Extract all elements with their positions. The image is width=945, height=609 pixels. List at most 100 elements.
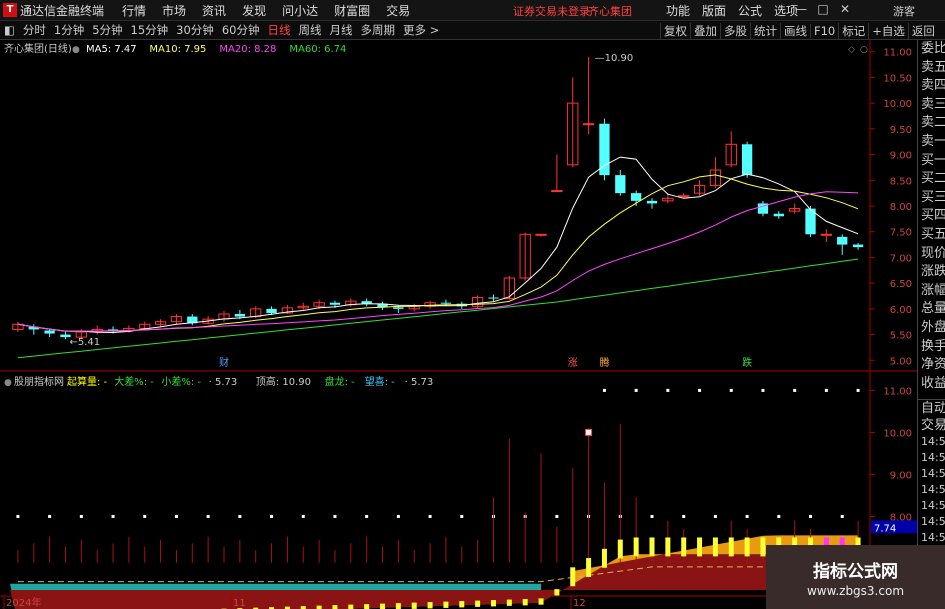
x-axis-label: 2024年 — [6, 596, 41, 609]
draw-line-button[interactable]: 画线 — [780, 22, 810, 39]
sidebar-toggle-icon[interactable]: ◧ — [0, 23, 19, 37]
signal-bar — [522, 599, 528, 606]
period-tab-30min[interactable]: 30分钟 — [172, 22, 218, 38]
watermark-url: www.zbgs3.com — [806, 583, 905, 598]
quote-field-17: 净资 — [921, 357, 945, 373]
quote-field-16: 换手 — [921, 338, 945, 354]
y-tick-label: 8.00 — [890, 202, 912, 213]
signal-bar — [443, 601, 449, 608]
signal-dot — [856, 388, 860, 392]
high-price-label: —10.90 — [595, 53, 634, 64]
app-logo-icon: T — [3, 3, 17, 17]
menu-item-market[interactable]: 市场 — [154, 2, 194, 19]
menu-item-layout[interactable]: 版面 — [696, 2, 732, 19]
trade-label-0: 自动 — [921, 401, 945, 417]
menu-item-wealth[interactable]: 财富圈 — [326, 2, 378, 19]
adjust-button[interactable]: 复权 — [660, 22, 690, 39]
signal-dot — [809, 514, 813, 518]
quote-field-1: 卖五 — [921, 59, 945, 75]
multi-stock-button[interactable]: 多股 — [720, 22, 750, 39]
trade-login-notice[interactable]: 证券交易未登录 — [513, 3, 590, 19]
event-mark: 涨 — [568, 357, 578, 369]
signal-dot — [365, 514, 369, 518]
period-tab-5min[interactable]: 5分钟 — [88, 22, 126, 38]
menu-item-discover[interactable]: 发现 — [234, 2, 274, 19]
menu-item-trade[interactable]: 交易 — [378, 2, 418, 19]
panel-option-icon: ◇ — [848, 45, 855, 55]
signal-bar — [681, 537, 687, 557]
quote-field-10: 买五 — [921, 226, 945, 242]
signal-dot — [698, 388, 702, 392]
ma-legend-ma5: MA5: 7.47 — [86, 44, 137, 55]
period-tab-monthly[interactable]: 月线 — [325, 22, 356, 38]
period-tab-multi[interactable]: 多周期 — [356, 22, 399, 38]
add-watchlist-button[interactable]: +自选 — [868, 22, 908, 39]
signal-bar — [332, 605, 338, 609]
candle-body — [646, 200, 658, 204]
candle-body — [535, 233, 547, 236]
signal-bar — [380, 603, 386, 609]
y-tick-label: 8.50 — [890, 176, 912, 187]
period-tab-15min[interactable]: 15分钟 — [127, 22, 173, 38]
signal-bar — [697, 537, 703, 557]
y-tick-label: 9.50 — [890, 125, 912, 136]
period-tab-more[interactable]: 更多 > — [399, 22, 443, 38]
signal-bar — [760, 537, 766, 557]
peak-marker — [585, 428, 593, 436]
period-tab-intraday[interactable]: 分时 — [19, 22, 50, 38]
signal-bar — [586, 558, 592, 577]
event-mark: 财 — [219, 356, 229, 369]
y-tick-label: 6.00 — [890, 305, 912, 316]
signal-dot — [650, 514, 654, 518]
signal-dot — [111, 514, 115, 518]
mark-button[interactable]: 标记 — [838, 22, 868, 39]
candle-body — [820, 233, 833, 236]
y-tick-label: 9.00 — [890, 151, 912, 162]
period-tab-weekly[interactable]: 周线 — [294, 22, 325, 38]
menu-item-quotes[interactable]: 行情 — [114, 2, 154, 19]
ma-legend-ma20: MA20: 8.28 — [219, 44, 276, 55]
signal-dot — [840, 514, 844, 518]
stats-button[interactable]: 统计 — [750, 22, 780, 39]
menu-item-ask[interactable]: 问小达 — [274, 2, 326, 19]
watermark-title: 指标公式网 — [813, 561, 898, 582]
guest-user-button[interactable]: 游客 — [893, 3, 915, 19]
tick-time: 14:56 — [921, 435, 945, 449]
menu-item-news[interactable]: 资讯 — [194, 2, 234, 19]
period-tab-daily[interactable]: 日线 — [263, 22, 294, 38]
candle-body — [678, 195, 690, 198]
current-stock-name: 齐心集团 — [588, 5, 632, 18]
tick-time: 14:56 — [921, 483, 945, 497]
signal-bar — [475, 600, 481, 607]
menu-item-function[interactable]: 功能 — [660, 2, 696, 19]
candle-body — [488, 297, 499, 299]
minimize-icon[interactable]: — — [790, 2, 812, 16]
back-button[interactable]: 返回 — [907, 22, 938, 39]
period-tab-60min[interactable]: 60分钟 — [218, 22, 264, 38]
signal-dot — [396, 514, 400, 518]
signal-bar — [649, 537, 655, 557]
close-icon[interactable]: ✕ — [834, 2, 856, 16]
candle-body — [741, 144, 753, 176]
candle-body — [234, 314, 246, 317]
f10-button[interactable]: F10 — [810, 23, 838, 38]
price-tag: 7.74 — [874, 523, 896, 534]
maximize-icon[interactable]: □ — [812, 2, 834, 16]
signal-dot — [761, 388, 765, 392]
quote-field-2: 卖四 — [921, 78, 945, 94]
candle-body — [599, 123, 610, 176]
quote-field-18: 收益 — [921, 375, 945, 391]
signal-dot — [301, 514, 305, 518]
overlay-button[interactable]: 叠加 — [690, 22, 720, 39]
signal-bar — [633, 537, 639, 557]
signal-bar — [411, 602, 417, 609]
menu-item-formula[interactable]: 公式 — [732, 2, 768, 19]
signal-dot — [206, 514, 210, 518]
signal-bar — [427, 602, 433, 609]
period-tab-1min[interactable]: 1分钟 — [50, 22, 88, 38]
main-panel-bg — [0, 40, 917, 370]
signal-dot — [16, 514, 20, 518]
candle-body — [582, 123, 595, 126]
ind-legend-item: · 5.73 — [209, 377, 238, 388]
candle-body — [773, 213, 784, 217]
